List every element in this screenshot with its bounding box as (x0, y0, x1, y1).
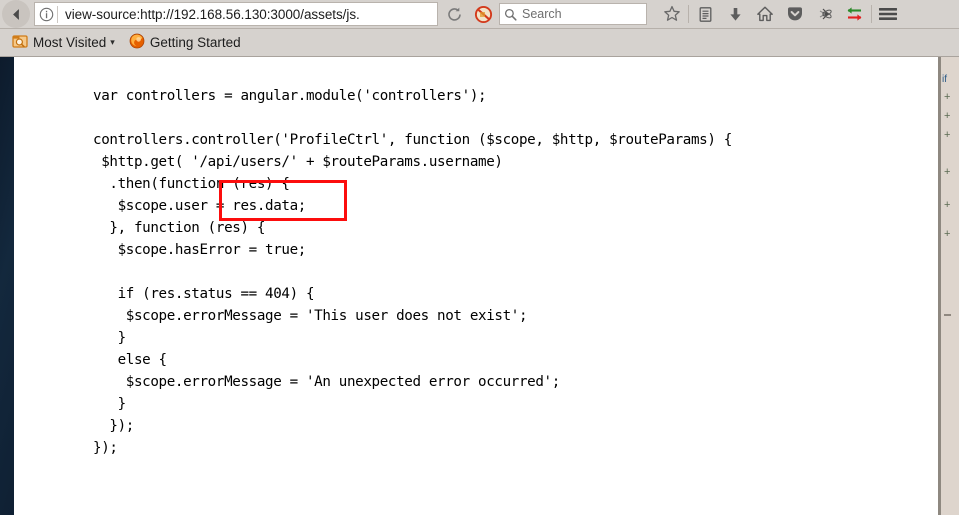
background-window-dash (944, 314, 951, 316)
toolbar-icon-group (657, 0, 903, 28)
source-code-text: var controllers = angular.module('contro… (93, 88, 732, 457)
toolbar-divider (688, 5, 689, 23)
background-window-text: if (942, 74, 947, 85)
background-window-plus: + (944, 228, 951, 240)
background-window-plus: + (944, 166, 951, 178)
noscript-icon (474, 5, 492, 23)
toolbar-divider (871, 5, 872, 23)
background-window-plus: + (944, 129, 951, 141)
view-source-content: var controllers = angular.module('contro… (14, 57, 938, 515)
url-text: view-source:http://192.168.56.130:3000/a… (65, 6, 360, 22)
reload-icon (447, 7, 461, 21)
search-bar[interactable]: Search (499, 3, 647, 25)
search-icon (500, 8, 520, 21)
back-button[interactable] (2, 0, 30, 28)
reader-list-icon[interactable] (690, 0, 720, 28)
background-window-plus: + (944, 199, 951, 211)
bookmarks-toolbar: Most Visited ▾ Getting Started (0, 29, 959, 57)
tamper-data-icon[interactable] (810, 0, 840, 28)
background-window-strip (941, 57, 959, 515)
bookmark-getting-started[interactable]: Getting Started (124, 32, 246, 54)
navigation-toolbar: view-source:http://192.168.56.130:3000/a… (0, 0, 959, 29)
downloads-icon[interactable] (720, 0, 750, 28)
noscript-button[interactable] (469, 1, 497, 27)
firefox-icon (129, 33, 145, 52)
bookmark-label: Most Visited (33, 35, 107, 50)
chevron-down-icon[interactable]: ▾ (110, 37, 115, 48)
bookmark-most-visited[interactable]: Most Visited ▾ (7, 32, 120, 54)
pocket-icon[interactable] (780, 0, 810, 28)
search-placeholder: Search (522, 7, 562, 21)
bookmark-star-icon[interactable] (657, 0, 687, 28)
url-bar[interactable]: view-source:http://192.168.56.130:3000/a… (34, 2, 438, 26)
hackbar-icon[interactable] (840, 0, 870, 28)
home-icon[interactable] (750, 0, 780, 28)
reload-button[interactable] (440, 1, 468, 27)
most-visited-icon (12, 33, 28, 52)
info-icon[interactable] (35, 3, 57, 25)
desktop-background-left (0, 57, 14, 515)
background-window-plus: + (944, 110, 951, 122)
bookmark-label: Getting Started (149, 35, 241, 50)
background-window-plus: + (944, 91, 951, 103)
browser-window: view-source:http://192.168.56.130:3000/a… (0, 0, 959, 515)
menu-hamburger-icon[interactable] (873, 0, 903, 28)
back-arrow-icon (12, 8, 19, 20)
